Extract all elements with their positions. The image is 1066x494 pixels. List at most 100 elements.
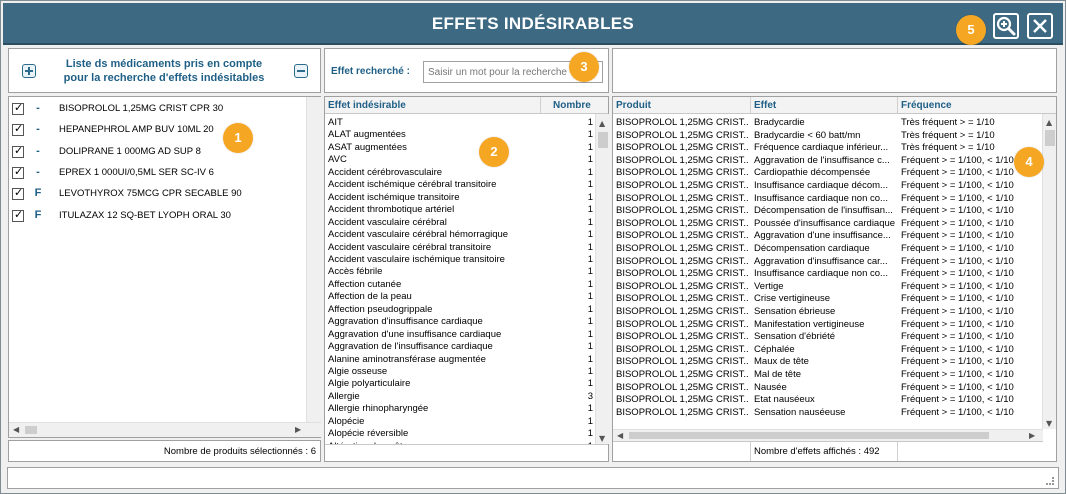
effect-name: Aggravation d'insuffisance cardiaque — [328, 316, 483, 328]
result-product: BISOPROLOL 1,25MG CRIST... — [616, 192, 748, 204]
result-row[interactable]: BISOPROLOL 1,25MG CRIST... Mal de tête Fré… — [613, 369, 1041, 382]
scroll-down-icon[interactable]: ▼ — [599, 434, 605, 444]
col-frequency-header[interactable]: Fréquence — [901, 100, 952, 111]
effect-row[interactable]: Affection cutanée 1 — [328, 279, 596, 292]
scroll-thumb[interactable] — [629, 432, 989, 439]
result-row[interactable]: BISOPROLOL 1,25MG CRIST... Etat nauséeux F… — [613, 394, 1041, 407]
result-row[interactable]: BISOPROLOL 1,25MG CRIST... Aggravation de… — [613, 155, 1041, 168]
scroll-down-icon[interactable]: ▼ — [1046, 419, 1052, 429]
effect-row[interactable]: AIT 1 — [328, 117, 596, 130]
result-product: BISOPROLOL 1,25MG CRIST... — [616, 129, 748, 141]
col-effect-header[interactable]: Effet indésirable — [328, 100, 406, 111]
scroll-right-icon[interactable]: ▶ — [1029, 431, 1035, 441]
effect-row[interactable]: Accident ischémique transitoire 1 — [328, 192, 596, 205]
results-vertical-scrollbar[interactable]: ▲ ▼ — [1042, 114, 1056, 429]
medication-checkbox[interactable] — [12, 186, 24, 201]
result-row[interactable]: BISOPROLOL 1,25MG CRIST... Insuffisance c… — [613, 268, 1041, 281]
effect-row[interactable]: ASAT augmentées 1 — [328, 142, 596, 155]
result-row[interactable]: BISOPROLOL 1,25MG CRIST... Maux de tête Fr… — [613, 356, 1041, 369]
effect-row[interactable]: Accident vasculaire cérébral hémorragiqu… — [328, 229, 596, 242]
result-row[interactable]: BISOPROLOL 1,25MG CRIST... Céphalée Fréque… — [613, 344, 1041, 357]
effect-row[interactable]: Alanine aminotransférase augmentée 1 — [328, 354, 596, 367]
result-product: BISOPROLOL 1,25MG CRIST... — [616, 356, 748, 368]
resize-grip-icon[interactable] — [1046, 477, 1054, 485]
medication-row[interactable]: F LEVOTHYROX 75MCG CPR SECABLE 90 — [9, 184, 305, 205]
effect-row[interactable]: Alopécie réversible 1 — [328, 428, 596, 441]
col-count-header[interactable]: Nombre — [553, 100, 591, 111]
effect-row[interactable]: Accident cérébrovasculaire 1 — [328, 167, 596, 180]
medication-checkbox[interactable] — [12, 208, 24, 222]
result-row[interactable]: BISOPROLOL 1,25MG CRIST... Décompensation… — [613, 243, 1041, 256]
medications-vertical-scrollbar[interactable] — [306, 97, 321, 422]
effects-vertical-scrollbar[interactable]: ▲ ▼ — [595, 114, 609, 444]
scroll-thumb[interactable] — [598, 132, 608, 148]
effect-count: 1 — [587, 415, 593, 427]
effect-row[interactable]: Affection de la peau 1 — [328, 291, 596, 304]
medication-checkbox[interactable] — [12, 165, 24, 179]
result-row[interactable]: BISOPROLOL 1,25MG CRIST... Aggravation d'… — [613, 256, 1041, 269]
medication-row[interactable]: - BISOPROLOL 1,25MG CRIST CPR 30 — [9, 99, 305, 120]
medication-checkbox[interactable] — [12, 101, 24, 115]
result-row[interactable]: BISOPROLOL 1,25MG CRIST... Bradycardie < … — [613, 130, 1041, 143]
effect-name: Affection cutanée — [328, 278, 402, 290]
scroll-right-icon[interactable]: ▶ — [295, 425, 301, 435]
effect-row[interactable]: Accident vasculaire cérébral 1 — [328, 217, 596, 230]
effect-row[interactable]: Affection pseudogrippale 1 — [328, 304, 596, 317]
result-row[interactable]: BISOPROLOL 1,25MG CRIST... Aggravation d'… — [613, 230, 1041, 243]
medication-row[interactable]: - EPREX 1 000UI/0,5ML SER SC-IV 6 — [9, 163, 305, 184]
col-effect-header[interactable]: Effet — [754, 100, 776, 111]
result-row[interactable]: BISOPROLOL 1,25MG CRIST... Sensation naus… — [613, 407, 1041, 420]
scroll-up-icon[interactable]: ▲ — [599, 119, 605, 129]
effect-row[interactable]: Accident ischémique cérébral transitoire… — [328, 179, 596, 192]
scroll-thumb[interactable] — [1045, 130, 1055, 146]
result-row[interactable]: BISOPROLOL 1,25MG CRIST... Sensation ébri… — [613, 306, 1041, 319]
effect-row[interactable]: Aggravation d'insuffisance cardiaque 1 — [328, 316, 596, 329]
close-button[interactable] — [1027, 13, 1053, 39]
scroll-left-icon[interactable]: ◀ — [617, 431, 623, 441]
effect-row[interactable]: Aggravation de l'insuffisance cardiaque 1 — [328, 341, 596, 354]
result-row[interactable]: BISOPROLOL 1,25MG CRIST... Décompensation… — [613, 205, 1041, 218]
col-product-header[interactable]: Produit — [616, 100, 651, 111]
medication-row[interactable]: F ITULAZAX 12 SQ-BET LYOPH ORAL 30 — [9, 206, 305, 227]
result-frequency: Fréquent > = 1/100, < 1/10 — [901, 394, 1014, 406]
result-row[interactable]: BISOPROLOL 1,25MG CRIST... Insuffisance c… — [613, 180, 1041, 193]
effect-row[interactable]: Alopécie 1 — [328, 416, 596, 429]
effect-row[interactable]: Accident vasculaire ischémique transitoi… — [328, 254, 596, 267]
result-row[interactable]: BISOPROLOL 1,25MG CRIST... Insuffisance c… — [613, 193, 1041, 206]
zoom-button[interactable] — [993, 13, 1019, 39]
scroll-up-icon[interactable]: ▲ — [1046, 118, 1052, 128]
result-row[interactable]: BISOPROLOL 1,25MG CRIST... Vertige Fréquen… — [613, 281, 1041, 294]
effect-row[interactable]: Allergie rhinopharyngée 1 — [328, 403, 596, 416]
result-row[interactable]: BISOPROLOL 1,25MG CRIST... Poussée d'insu… — [613, 218, 1041, 231]
medication-row[interactable]: - HEPANEPHROL AMP BUV 10ML 20 — [9, 120, 305, 141]
result-row[interactable]: BISOPROLOL 1,25MG CRIST... Fréquence card… — [613, 142, 1041, 155]
effect-row[interactable]: Accident vasculaire cérébral transitoire… — [328, 242, 596, 255]
result-row[interactable]: BISOPROLOL 1,25MG CRIST... Manifestation … — [613, 319, 1041, 332]
effect-row[interactable]: Accès fébrile 1 — [328, 266, 596, 279]
medication-checkbox[interactable] — [12, 144, 24, 158]
effect-row[interactable]: Accident thrombotique artériel 1 — [328, 204, 596, 217]
effect-name: ASAT augmentées — [328, 141, 407, 153]
medication-row[interactable]: - DOLIPRANE 1 000MG AD SUP 8 — [9, 142, 305, 163]
effect-row[interactable]: Allergie 3 — [328, 391, 596, 404]
callout-badge-3: 3 — [569, 52, 599, 82]
result-row[interactable]: BISOPROLOL 1,25MG CRIST... Cardiopathie d… — [613, 167, 1041, 180]
effect-row[interactable]: Algie osseuse 1 — [328, 366, 596, 379]
results-horizontal-scrollbar[interactable]: ◀ ▶ — [613, 429, 1043, 441]
medications-horizontal-scrollbar[interactable]: ◀ ▶ — [9, 422, 321, 437]
collapse-all-icon[interactable] — [294, 64, 308, 78]
scroll-thumb[interactable] — [25, 426, 37, 434]
expand-all-icon[interactable] — [22, 64, 36, 78]
effect-row[interactable]: ALAT augmentées 1 — [328, 129, 596, 142]
scroll-left-icon[interactable]: ◀ — [13, 425, 19, 435]
title-bar: EFFETS INDÉSIRABLES — [3, 3, 1063, 45]
result-product: BISOPROLOL 1,25MG CRIST... — [616, 205, 748, 217]
result-row[interactable]: BISOPROLOL 1,25MG CRIST... Nausée Fréquent… — [613, 382, 1041, 395]
effect-row[interactable]: Aggravation d'une insuffisance cardiaque… — [328, 329, 596, 342]
medication-checkbox[interactable] — [12, 122, 24, 137]
result-row[interactable]: BISOPROLOL 1,25MG CRIST... Bradycardie Trè… — [613, 117, 1041, 130]
effect-row[interactable]: Algie polyarticulaire 1 — [328, 378, 596, 391]
result-row[interactable]: BISOPROLOL 1,25MG CRIST... Sensation d'éb… — [613, 331, 1041, 344]
effect-row[interactable]: AVC 1 — [328, 154, 596, 167]
result-row[interactable]: BISOPROLOL 1,25MG CRIST... Crise vertigin… — [613, 293, 1041, 306]
